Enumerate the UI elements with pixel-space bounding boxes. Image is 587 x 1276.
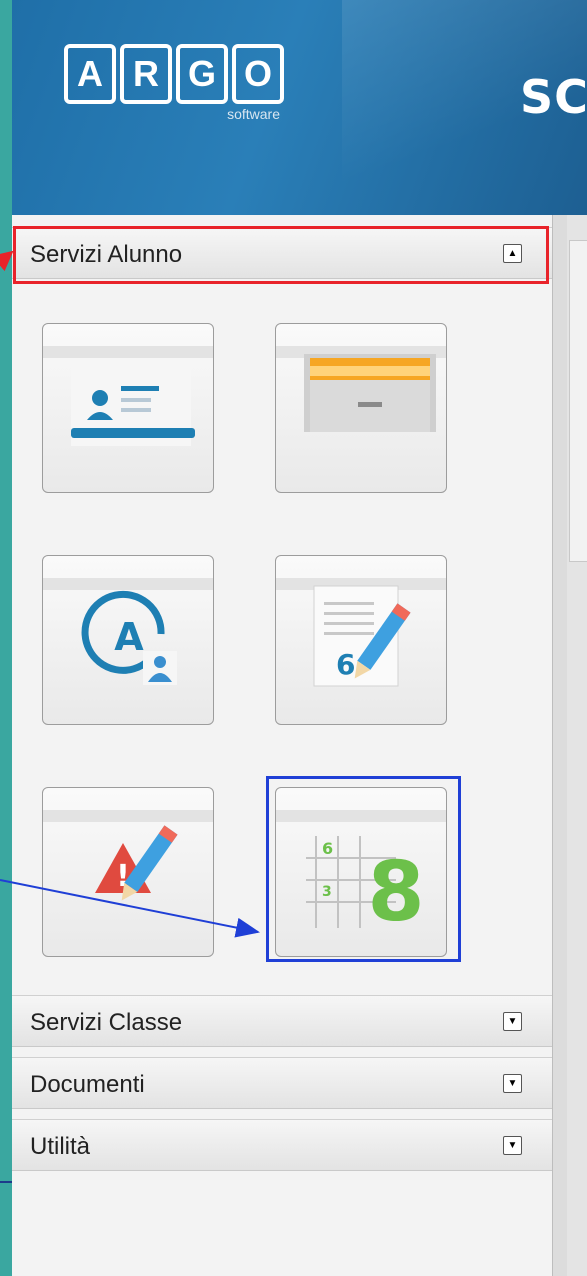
user-account-icon: A [43,578,213,685]
section-label: Servizi Alunno [30,241,183,268]
content-panel-edge [567,215,587,1276]
logo-letter: G [176,44,228,104]
tile-note-disciplinari[interactable]: ! [42,787,214,957]
header-title: SC [520,70,587,124]
logo-letter: A [64,44,116,104]
svg-text:A: A [114,615,144,659]
alert-edit-icon: ! [43,810,213,901]
expand-icon[interactable]: ▼ [503,1012,522,1031]
id-card-icon [43,346,213,446]
grade-document-icon: 6 [276,578,446,687]
section-servizi-classe[interactable]: Servizi Classe ▼ [12,995,552,1047]
tile-anagrafica[interactable] [42,323,214,493]
logo-subtitle: software [227,106,280,122]
collapse-icon[interactable]: ▲ [503,244,522,263]
section-utilita[interactable]: Utilità ▼ [12,1119,552,1171]
expand-icon[interactable]: ▼ [503,1136,522,1155]
tile-voti[interactable]: 6 [275,555,447,725]
app-header: A R G O software SC [12,0,587,215]
tile-archivio[interactable] [275,323,447,493]
logo-letter: R [120,44,172,104]
section-label: Servizi Classe [30,1009,183,1036]
expand-icon[interactable]: ▼ [503,1074,522,1093]
section-documenti[interactable]: Documenti ▼ [12,1057,552,1109]
tile-assenze[interactable]: A [42,555,214,725]
app-frame: A R G O software SC Servizi Alunno ▲ A 6… [12,0,587,1276]
section-servizi-alunno[interactable]: Servizi Alunno ▲ [12,227,552,279]
sidebar-scrollbar[interactable] [552,215,568,1276]
svg-text:6: 6 [336,648,355,681]
red-arrow [0,250,14,272]
section-label: Documenti [30,1071,145,1098]
argo-logo: A R G O software [64,44,284,122]
tile-highlight-outline [266,776,461,962]
folder-archive-icon [276,346,446,432]
section-label: Utilità [30,1133,91,1160]
logo-letter: O [232,44,284,104]
content-tab [569,240,587,562]
